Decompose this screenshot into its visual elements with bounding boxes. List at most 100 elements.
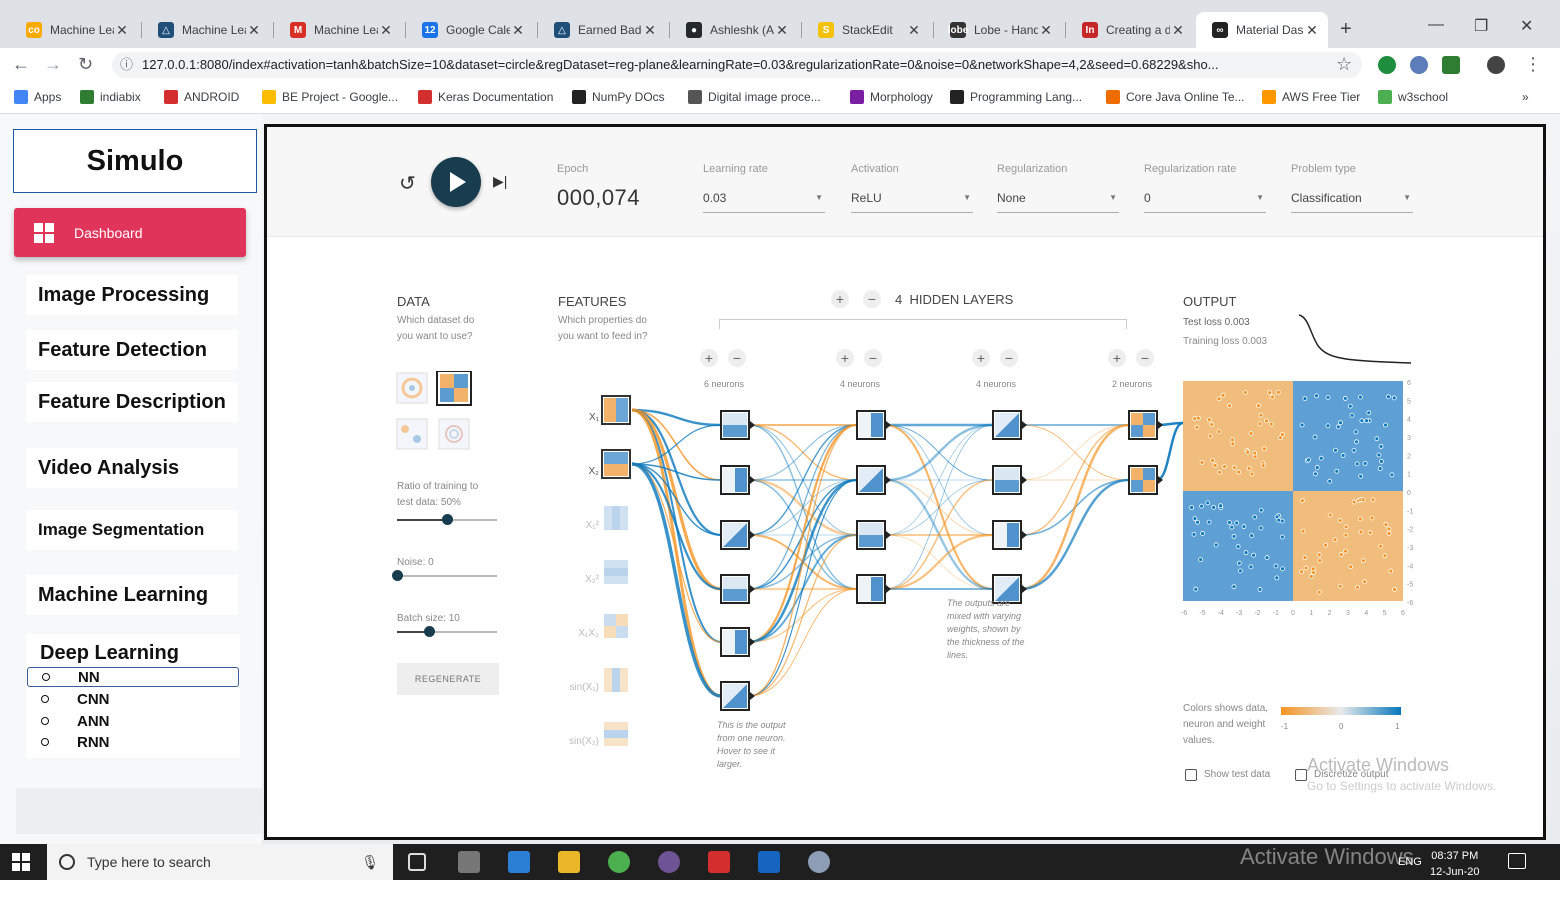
- nav-machine-learning[interactable]: Machine Learning: [26, 575, 238, 615]
- nav-feature-description[interactable]: Feature Description: [26, 382, 238, 422]
- neuron-node[interactable]: [720, 627, 750, 657]
- neuron-node[interactable]: [720, 574, 750, 604]
- reload-icon[interactable]: ↻: [78, 54, 93, 75]
- grammarly-icon[interactable]: [1378, 56, 1396, 74]
- bookmark-item[interactable]: Keras Documentation: [418, 90, 553, 104]
- neuron-node[interactable]: [720, 410, 750, 440]
- microphone-icon[interactable]: 🎙: [361, 854, 379, 871]
- tab-close-icon[interactable]: ✕: [1038, 22, 1054, 39]
- weight-link[interactable]: [1156, 421, 1184, 482]
- neuron-node[interactable]: [992, 465, 1022, 495]
- neuron-node[interactable]: [992, 410, 1022, 440]
- nav-sub-nn[interactable]: NN: [27, 667, 239, 687]
- browser-tab[interactable]: lobe Lobe - Hand ✕: [934, 17, 1062, 43]
- weight-link[interactable]: [631, 463, 722, 643]
- language-indicator[interactable]: ENG: [1398, 856, 1422, 868]
- bookmark-item[interactable]: w3school: [1378, 90, 1448, 104]
- weight-link[interactable]: [748, 424, 858, 697]
- discretize-checkbox[interactable]: [1295, 769, 1307, 781]
- feature-node[interactable]: [602, 612, 630, 640]
- neuron-node[interactable]: [1128, 465, 1158, 495]
- show-test-data-checkbox[interactable]: [1185, 769, 1197, 781]
- paint-icon[interactable]: [808, 851, 830, 873]
- file-explorer-icon[interactable]: [558, 851, 580, 873]
- tab-close-icon[interactable]: ✕: [1170, 22, 1186, 39]
- forward-icon[interactable]: →: [44, 54, 62, 75]
- weight-link[interactable]: [884, 533, 994, 591]
- neuron-node[interactable]: [720, 681, 750, 711]
- database-app-icon[interactable]: [458, 851, 480, 873]
- weight-link[interactable]: [1020, 423, 1130, 591]
- dashboard-button[interactable]: Dashboard: [14, 208, 246, 257]
- vscode-icon[interactable]: [508, 851, 530, 873]
- notification-icon[interactable]: [1508, 853, 1526, 869]
- tab-close-icon[interactable]: ✕: [246, 22, 262, 39]
- bookmark-item[interactable]: AWS Free Tier: [1262, 90, 1360, 104]
- browser-tab[interactable]: 12 Google Cale ✕: [406, 17, 534, 43]
- remote-desktop-icon[interactable]: [758, 851, 780, 873]
- browser-tab[interactable]: △ Earned Badg ✕: [538, 17, 666, 43]
- neuron-node[interactable]: [720, 520, 750, 550]
- new-tab-button[interactable]: +: [1340, 18, 1352, 41]
- nav-deep-learning[interactable]: Deep Learning: [40, 642, 179, 665]
- browser-tab[interactable]: M Machine Lea ✕: [274, 17, 402, 43]
- browser-tab[interactable]: ● Ashleshk (A ✕: [670, 17, 798, 43]
- neuron-node[interactable]: [992, 520, 1022, 550]
- nav-image-segmentation[interactable]: Image Segmentation: [26, 510, 238, 550]
- bookmark-item[interactable]: Programming Lang...: [950, 90, 1082, 104]
- bookmark-item[interactable]: indiabix: [80, 90, 141, 104]
- tab-close-icon[interactable]: ✕: [906, 22, 922, 39]
- tab-close-icon[interactable]: ✕: [642, 22, 658, 39]
- tab-close-icon[interactable]: ✕: [510, 22, 526, 39]
- neuron-node[interactable]: [856, 410, 886, 440]
- info-icon[interactable]: ⓘ: [120, 52, 133, 78]
- bookmark-item[interactable]: Core Java Online Te...: [1106, 90, 1245, 104]
- nav-video-analysis[interactable]: Video Analysis: [26, 448, 238, 488]
- task-view-icon[interactable]: [408, 853, 426, 871]
- feature-node[interactable]: [602, 504, 630, 532]
- neuron-node[interactable]: [856, 465, 886, 495]
- weight-link[interactable]: [1020, 424, 1130, 481]
- bookmark-item[interactable]: NumPy DOcs: [572, 90, 665, 104]
- more-bookmarks[interactable]: »: [1522, 90, 1529, 104]
- acrobat-icon[interactable]: [708, 851, 730, 873]
- avatar[interactable]: [1487, 56, 1505, 74]
- weight-link[interactable]: [1020, 478, 1130, 591]
- nav-sub-cnn[interactable]: CNN: [27, 689, 239, 709]
- feature-node[interactable]: [601, 395, 631, 425]
- feature-node[interactable]: [602, 558, 630, 586]
- tab-close-icon[interactable]: ✕: [774, 22, 790, 39]
- github-desktop-icon[interactable]: [658, 851, 680, 873]
- clock[interactable]: 08:37 PM 12-Jun-20: [1430, 848, 1480, 880]
- back-icon[interactable]: ←: [12, 54, 30, 75]
- chrome-icon[interactable]: [608, 851, 630, 873]
- weight-link[interactable]: [884, 423, 994, 482]
- browser-tab[interactable]: In Creating a d ✕: [1066, 17, 1194, 43]
- neuron-node[interactable]: [1128, 410, 1158, 440]
- maximize-icon[interactable]: ❐: [1474, 16, 1488, 36]
- download-extension-icon[interactable]: [1442, 56, 1460, 74]
- bookmark-item[interactable]: BE Project - Google...: [262, 90, 398, 104]
- browser-tab[interactable]: ∞ Material Das ✕: [1196, 12, 1328, 48]
- weight-link[interactable]: [884, 424, 994, 590]
- neuron-node[interactable]: [856, 574, 886, 604]
- feature-node[interactable]: [601, 449, 631, 479]
- tab-close-icon[interactable]: ✕: [378, 22, 394, 39]
- nav-sub-ann[interactable]: ANN: [27, 711, 239, 731]
- weight-link[interactable]: [631, 462, 722, 591]
- neuron-node[interactable]: [720, 465, 750, 495]
- minimize-icon[interactable]: —: [1428, 16, 1444, 34]
- bookmark-item[interactable]: Morphology: [850, 90, 933, 104]
- windows-start-icon[interactable]: [12, 853, 30, 871]
- nav-feature-detection[interactable]: Feature Detection: [26, 330, 238, 370]
- tab-close-icon[interactable]: ✕: [1304, 22, 1320, 39]
- feature-node[interactable]: [602, 720, 630, 748]
- neuron-node[interactable]: [856, 520, 886, 550]
- weight-link[interactable]: [631, 424, 722, 465]
- url-field[interactable]: ⓘ 127.0.0.1:8080/index#activation=tanh&b…: [112, 52, 1362, 78]
- weight-link[interactable]: [748, 588, 858, 697]
- tab-close-icon[interactable]: ✕: [114, 22, 130, 39]
- taskbar-search[interactable]: Type here to search 🎙: [47, 844, 393, 880]
- browser-tab[interactable]: co Machine Lea ✕: [10, 17, 138, 43]
- bookmark-item[interactable]: Apps: [14, 90, 61, 104]
